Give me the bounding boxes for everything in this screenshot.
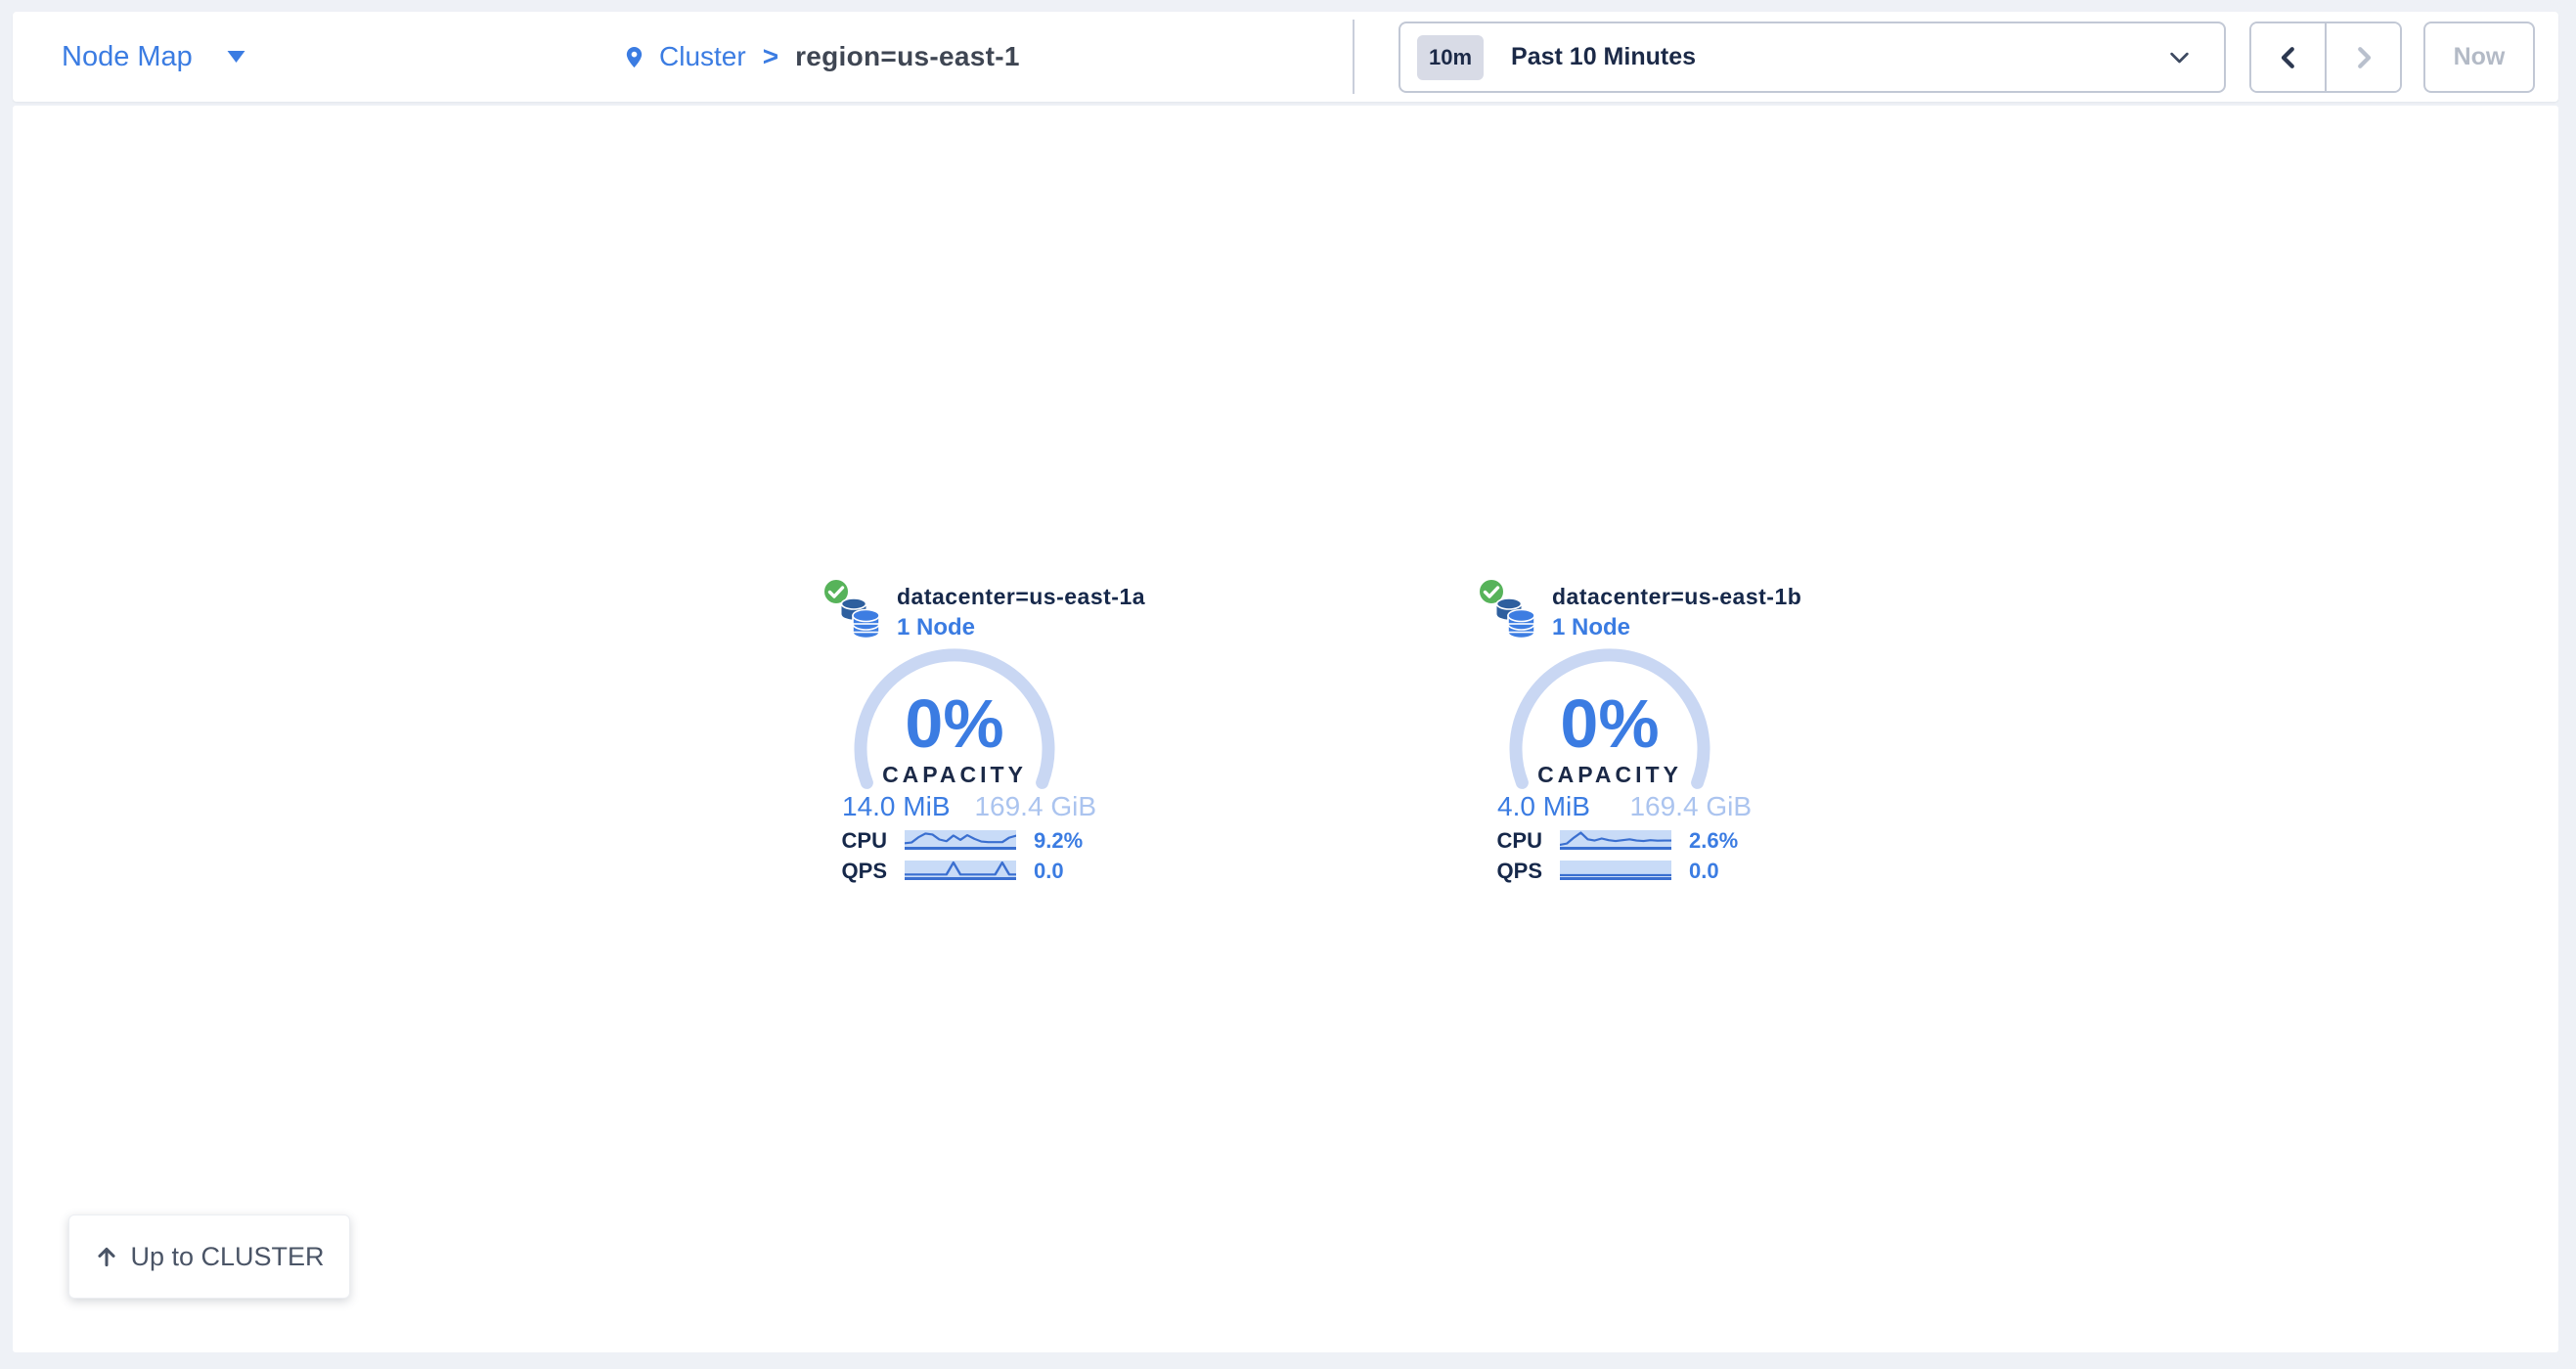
- time-nav-group: [2249, 22, 2402, 93]
- chevron-left-icon: [2274, 43, 2303, 72]
- capacity-values-row: 4.0 MiB 169.4 GiB: [1497, 791, 1752, 822]
- capacity-percent: 0%: [826, 689, 1083, 758]
- capacity-used: 4.0 MiB: [1497, 791, 1590, 822]
- cpu-metric-row: CPU 9.2%: [826, 830, 1106, 852]
- time-range-label: Past 10 Minutes: [1511, 43, 1696, 71]
- prev-interval-button[interactable]: [2251, 23, 2327, 91]
- arrow-up-icon: [94, 1244, 119, 1269]
- up-to-cluster-button[interactable]: Up to CLUSTER: [68, 1214, 350, 1299]
- cpu-value: 2.6%: [1689, 830, 1738, 852]
- qps-value: 0.0: [1689, 861, 1719, 882]
- qps-sparkline: [1560, 861, 1671, 880]
- locality-heading: datacenter=us-east-1b 1 Node: [1552, 582, 1801, 642]
- qps-metric-row: QPS 0.0: [1482, 861, 1761, 882]
- now-button[interactable]: Now: [2423, 22, 2535, 93]
- capacity-used: 14.0 MiB: [842, 791, 951, 822]
- top-toolbar: Node Map Cluster > region=us-east-1 10m …: [13, 12, 2558, 102]
- cpu-sparkline: [1560, 830, 1671, 850]
- capacity-percent: 0%: [1482, 689, 1738, 758]
- locality-title: datacenter=us-east-1b: [1552, 582, 1801, 611]
- qps-sparkline: [905, 861, 1016, 880]
- cpu-label: CPU: [1482, 830, 1542, 852]
- locality-title: datacenter=us-east-1a: [897, 582, 1145, 611]
- cpu-sparkline: [905, 830, 1016, 850]
- cpu-metric-row: CPU 2.6%: [1482, 830, 1761, 852]
- cpu-value: 9.2%: [1034, 830, 1083, 852]
- next-interval-button[interactable]: [2327, 23, 2400, 91]
- capacity-caption: CAPACITY: [826, 764, 1083, 786]
- breadcrumb-current: region=us-east-1: [795, 41, 1020, 72]
- cpu-label: CPU: [826, 830, 887, 852]
- locality-heading: datacenter=us-east-1a 1 Node: [897, 582, 1145, 642]
- qps-label: QPS: [1482, 861, 1542, 882]
- time-range-badge: 10m: [1417, 35, 1484, 80]
- up-to-cluster-label: Up to CLUSTER: [130, 1242, 324, 1272]
- locality-card-us-east-1a[interactable]: datacenter=us-east-1a 1 Node 0% CAPACITY…: [826, 572, 1106, 887]
- capacity-total: 169.4 GiB: [974, 791, 1096, 822]
- breadcrumb-cluster-link[interactable]: Cluster: [659, 41, 746, 72]
- toolbar-divider: [1353, 20, 1355, 94]
- qps-value: 0.0: [1034, 861, 1064, 882]
- location-pin-icon: [623, 42, 645, 72]
- chevron-right-icon: [2349, 43, 2378, 72]
- locality-card-us-east-1b[interactable]: datacenter=us-east-1b 1 Node 0% CAPACITY…: [1482, 572, 1761, 887]
- qps-metric-row: QPS 0.0: [826, 861, 1106, 882]
- database-stack-icon: [840, 596, 881, 640]
- capacity-caption: CAPACITY: [1482, 764, 1738, 786]
- capacity-values-row: 14.0 MiB 169.4 GiB: [842, 791, 1096, 822]
- time-range-dropdown[interactable]: 10m Past 10 Minutes: [1399, 22, 2226, 93]
- view-selector-label: Node Map: [62, 41, 193, 73]
- caret-down-icon: [226, 50, 246, 64]
- capacity-total: 169.4 GiB: [1629, 791, 1752, 822]
- node-map-canvas[interactable]: datacenter=us-east-1a 1 Node 0% CAPACITY…: [13, 106, 2558, 1352]
- locality-node-count: 1 Node: [1552, 613, 1801, 642]
- view-selector-dropdown[interactable]: Node Map: [62, 12, 246, 102]
- breadcrumb-separator: >: [763, 41, 778, 72]
- chevron-down-icon: [2166, 44, 2193, 70]
- qps-label: QPS: [826, 861, 887, 882]
- breadcrumb: Cluster > region=us-east-1: [623, 12, 1020, 102]
- database-stack-icon: [1495, 596, 1536, 640]
- locality-node-count: 1 Node: [897, 613, 1145, 642]
